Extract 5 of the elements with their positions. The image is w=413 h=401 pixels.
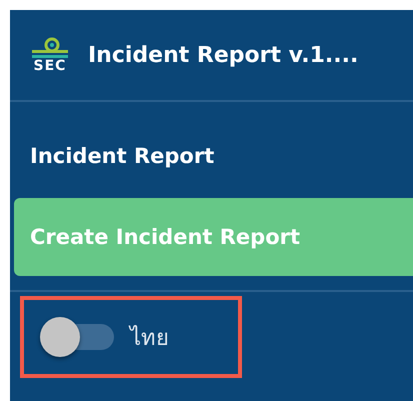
menu-item[interactable]: Incident Report — [14, 132, 413, 180]
language-toggle[interactable] — [40, 316, 116, 358]
logo: SEC — [28, 37, 72, 73]
language-label: ไทย — [130, 324, 169, 352]
app-title: Incident Report v.1.... — [88, 42, 358, 68]
